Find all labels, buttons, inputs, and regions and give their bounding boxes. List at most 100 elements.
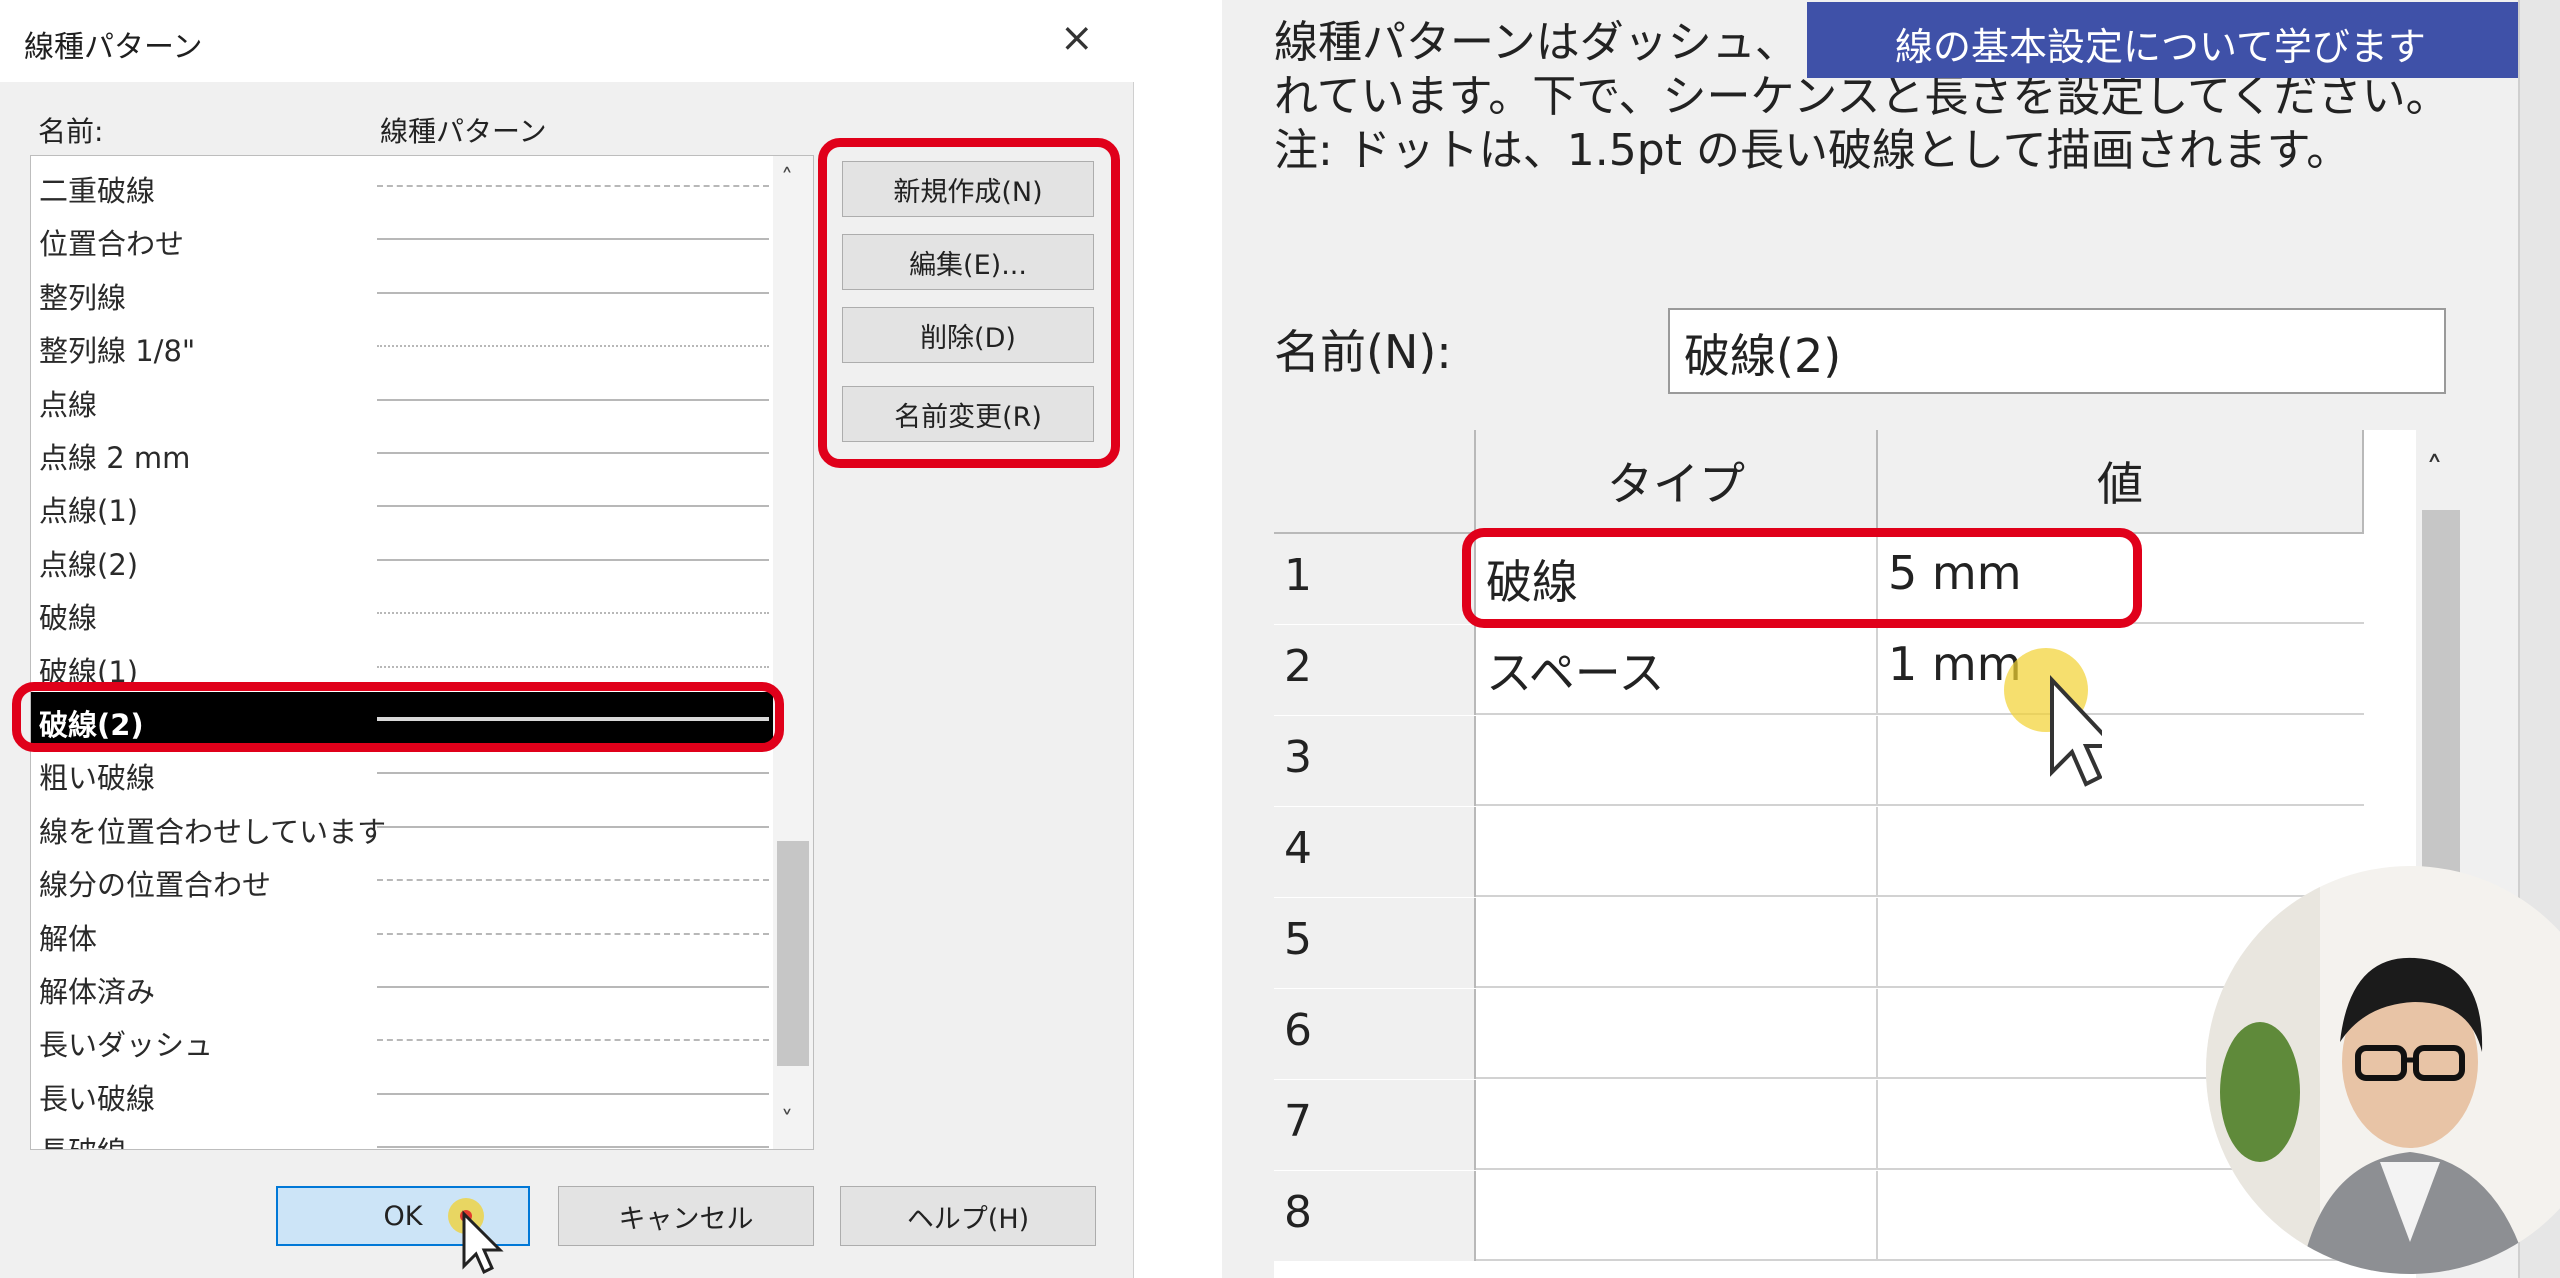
list-item-name: 点線	[39, 387, 98, 422]
line-pattern-preview	[377, 238, 769, 241]
mouse-cursor-icon	[448, 1198, 504, 1275]
list-item[interactable]: 粗い破線	[31, 745, 773, 799]
divider-strip	[1134, 0, 1222, 1278]
list-item-name: 整列線	[39, 280, 127, 315]
line-pattern-preview	[377, 612, 769, 615]
line-pattern-list[interactable]: 二重破線位置合わせ整列線整列線 1/8" 点線点線 2 mm 点線(1) 点線(2) 破…	[30, 155, 814, 1150]
line-pattern-preview	[377, 505, 769, 508]
column-header-pattern: 線種パターン	[380, 115, 547, 148]
presenter-avatar	[2206, 866, 2560, 1274]
list-item[interactable]: 線分の位置合わせ	[31, 852, 773, 906]
banner-text: 線の基本設定について学びます	[1895, 25, 2426, 69]
list-item[interactable]: 整列線 1/8"	[31, 318, 773, 372]
line-pattern-preview	[377, 772, 769, 775]
grid-cell-type[interactable]: スペース	[1476, 625, 1878, 715]
line-pattern-preview	[377, 665, 769, 668]
list-item[interactable]: 長い破線	[31, 1066, 773, 1120]
grid-row-number: 7	[1274, 1080, 1476, 1170]
list-item[interactable]: 位置合わせ	[31, 211, 773, 265]
description-line-3: 注: ドットは、1.5pt の長い破線として描画されます。	[1274, 125, 2351, 176]
grid-scroll-up-icon[interactable]: ˄	[2426, 450, 2443, 490]
grid-row[interactable]: 3	[1274, 716, 2364, 806]
list-item-name: 二重破線	[39, 174, 156, 208]
list-item-name: 線分の位置合わせ	[39, 868, 272, 903]
line-pattern-preview	[377, 879, 769, 882]
list-item[interactable]: 解体	[31, 906, 773, 960]
dialog-titlebar: 線種パターン ×	[0, 0, 1134, 82]
grid-cell-type[interactable]	[1476, 989, 1878, 1079]
close-icon[interactable]: ×	[1060, 18, 1094, 58]
line-pattern-preview	[377, 398, 769, 401]
help-button[interactable]: ヘルプ(H)	[840, 1186, 1096, 1246]
line-pattern-preview	[377, 986, 769, 988]
line-pattern-preview	[377, 1039, 769, 1042]
list-item-name: 位置合わせ	[39, 227, 185, 262]
grid-row-number: 1	[1274, 534, 1476, 624]
selected-item-highlight	[12, 682, 784, 752]
grid-row-number: 2	[1274, 625, 1476, 715]
dash-row-highlight	[1462, 528, 2142, 628]
list-item[interactable]: 点線 2 mm	[31, 425, 773, 479]
mouse-cursor-icon-right	[2004, 648, 2102, 787]
list-item-name: 解体	[39, 921, 98, 956]
line-pattern-preview	[377, 825, 769, 828]
list-item-name: 点線 2 mm	[39, 441, 191, 475]
grid-cell-type[interactable]	[1476, 807, 1878, 897]
list-item[interactable]: 整列線	[31, 265, 773, 319]
cancel-button[interactable]: キャンセル	[558, 1186, 814, 1246]
list-item-name: 解体済み	[39, 975, 156, 1009]
line-pattern-preview	[377, 345, 769, 348]
grid-cell-type[interactable]	[1476, 716, 1878, 806]
grid-row[interactable]: 2 スペース 1 mm	[1274, 625, 2364, 715]
list-item[interactable]: 線を位置合わせしています	[31, 799, 773, 853]
grid-cell-type[interactable]	[1476, 898, 1878, 988]
line-pattern-preview	[377, 291, 769, 294]
list-item-name: 長い破線	[39, 1081, 156, 1116]
list-item-name: 破線	[39, 601, 98, 636]
grid-cell-value[interactable]	[1878, 716, 2364, 806]
line-pattern-preview	[377, 185, 769, 187]
list-item-name: 長破線	[39, 1129, 126, 1149]
grid-cell-type[interactable]	[1476, 1080, 1878, 1170]
line-pattern-preview	[377, 1092, 769, 1095]
grid-row-number: 4	[1274, 807, 1476, 897]
grid-row-number: 8	[1274, 1171, 1476, 1261]
grid-scrollbar-thumb[interactable]	[2422, 510, 2460, 910]
line-pattern-preview	[377, 558, 769, 561]
video-caption-banner: 線の基本設定について学びます	[1807, 2, 2559, 78]
line-pattern-preview	[377, 932, 769, 935]
list-item[interactable]: 解体済み	[31, 959, 773, 1013]
scroll-up-icon[interactable]: ˄	[781, 164, 793, 192]
grid-header-type: タイプ	[1476, 430, 1878, 534]
grid-corner	[1274, 430, 1476, 534]
grid-row-number: 3	[1274, 716, 1476, 806]
list-item[interactable]: 点線(2)	[31, 532, 773, 586]
name-input[interactable]: 破線(2)	[1668, 308, 2446, 394]
list-item[interactable]: 二重破線	[31, 158, 773, 212]
grid-row-number: 6	[1274, 989, 1476, 1079]
grid-cell-type[interactable]	[1476, 1171, 1878, 1261]
column-header-name: 名前:	[38, 115, 104, 148]
name-input-value: 破線(2)	[1684, 329, 1842, 383]
scroll-down-icon[interactable]: ˅	[781, 1106, 793, 1134]
grid-row-number: 5	[1274, 898, 1476, 988]
list-item[interactable]: 長破線	[31, 1119, 773, 1149]
name-label: 名前(N):	[1274, 325, 1452, 379]
dialog-title: 線種パターン	[24, 30, 203, 65]
grid-cell-value[interactable]: 1 mm	[1878, 625, 2364, 715]
list-item-name: 長いダッシュ	[39, 1028, 214, 1063]
line-pattern-preview	[377, 1146, 769, 1149]
list-item[interactable]: 点線(1)	[31, 478, 773, 532]
list-item-name: 整列線 1/8"	[39, 334, 196, 369]
buttons-highlight	[818, 138, 1120, 468]
list-scrollbar[interactable]: ˄ ˅	[773, 156, 813, 1149]
scrollbar-thumb[interactable]	[777, 841, 809, 1066]
line-patterns-dialog: 線種パターン × 名前: 線種パターン 二重破線位置合わせ整列線整列線 1/8"…	[0, 0, 1134, 1278]
list-item[interactable]: 破線	[31, 585, 773, 639]
list-item[interactable]: 点線	[31, 372, 773, 426]
grid-header-value: 値	[1878, 430, 2364, 534]
list-item[interactable]: 長いダッシュ	[31, 1012, 773, 1066]
list-item-name: 点線(2)	[39, 547, 139, 582]
list-item-name: 線を位置合わせしています	[39, 814, 387, 849]
list-item-name: 点線(1)	[39, 494, 139, 529]
